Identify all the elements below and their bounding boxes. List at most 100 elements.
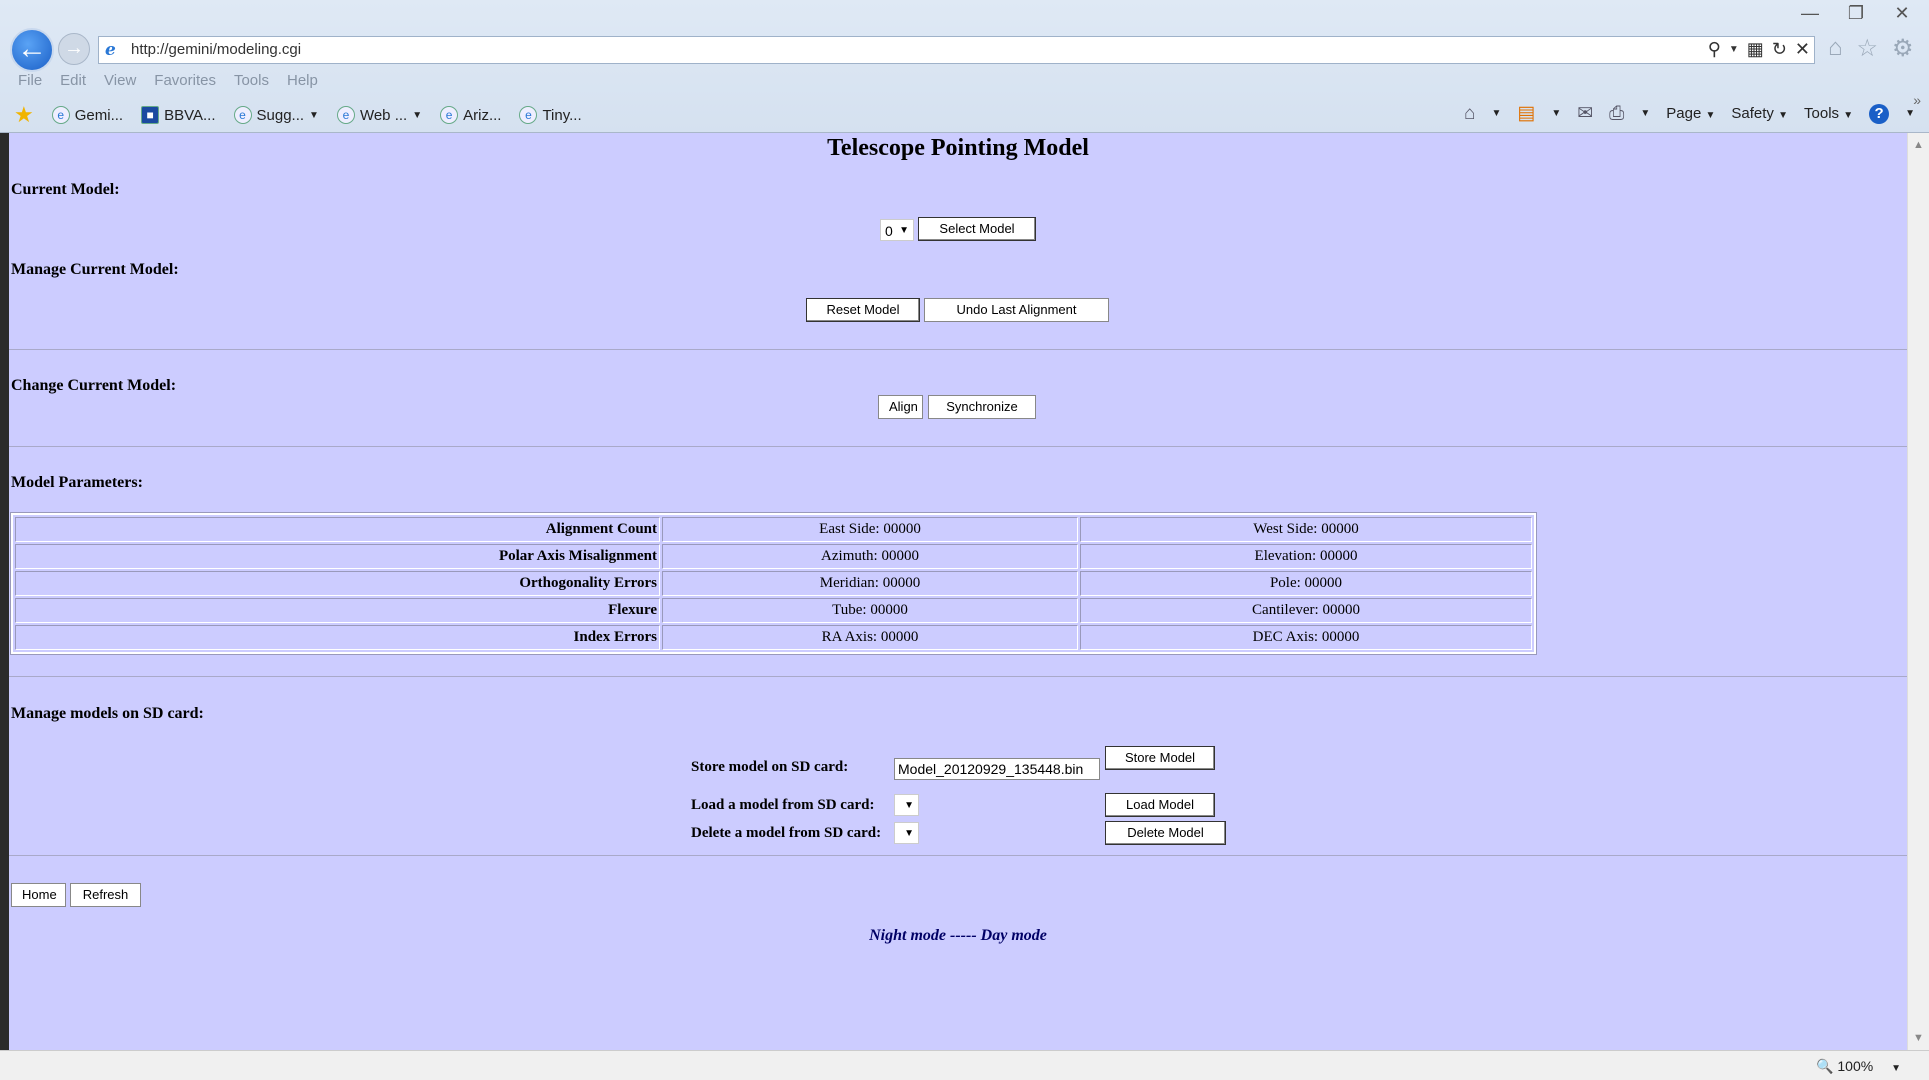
dropdown-caret-icon[interactable]: ▼: [309, 110, 319, 121]
param-label: Index Errors: [15, 625, 660, 650]
ie-page-icon: e: [51, 106, 70, 124]
dropdown-caret-icon[interactable]: ▼: [1640, 108, 1650, 119]
rss-feed-icon[interactable]: ▤: [1517, 102, 1535, 125]
menu-help[interactable]: Help: [287, 72, 318, 89]
change-current-model-heading: Change Current Model:: [11, 377, 177, 394]
scroll-up-icon[interactable]: ▲: [1913, 139, 1924, 151]
page-menu[interactable]: Page ▼: [1666, 105, 1715, 122]
back-button[interactable]: ←: [10, 28, 54, 72]
home-icon[interactable]: ⌂: [1464, 103, 1475, 125]
table-row: Polar Axis Misalignment Azimuth: 00000 E…: [15, 544, 1532, 569]
address-url[interactable]: http://gemini/modeling.cgi: [131, 41, 301, 58]
undo-last-alignment-button[interactable]: Undo Last Alignment: [924, 298, 1109, 322]
favorite-label: Web ...: [359, 106, 408, 124]
select-model-button[interactable]: Select Model: [918, 217, 1036, 241]
table-row: Alignment Count East Side: 00000 West Si…: [15, 517, 1532, 542]
window-left-edge: [0, 133, 9, 1050]
dropdown-caret-icon[interactable]: ▼: [1729, 39, 1739, 61]
favorite-item[interactable]: e Tiny...: [519, 106, 582, 124]
tools-menu[interactable]: Tools ▼: [1804, 105, 1853, 122]
load-model-select[interactable]: ▼: [894, 794, 919, 816]
night-mode-link[interactable]: Night mode: [869, 927, 946, 944]
reset-model-button[interactable]: Reset Model: [806, 298, 920, 322]
chevron-right-icon[interactable]: »: [1913, 92, 1921, 108]
favorite-item[interactable]: ■ BBVA...: [141, 106, 216, 124]
param-value: Azimuth: 00000: [662, 544, 1078, 569]
gear-icon[interactable]: ⚙: [1892, 34, 1914, 63]
refresh-icon[interactable]: ↻: [1772, 39, 1787, 61]
favorite-item[interactable]: e Gemi...: [51, 106, 124, 124]
minimize-icon[interactable]: —: [1797, 2, 1823, 24]
ie-page-icon: e: [233, 106, 252, 124]
manage-current-model-heading: Manage Current Model:: [11, 261, 179, 278]
param-label: Alignment Count: [15, 517, 660, 542]
section-divider: [9, 349, 1907, 350]
param-value: West Side: 00000: [1080, 517, 1532, 542]
restore-icon[interactable]: ❐: [1843, 2, 1869, 24]
synchronize-button[interactable]: Synchronize: [928, 395, 1036, 419]
favorites-bar: ★ e Gemi... ■ BBVA... e Sugg... ▼ e Web ... ▼ …: [14, 102, 582, 128]
vertical-scrollbar[interactable]: ▲ ▼: [1907, 133, 1929, 1050]
favorite-item[interactable]: e Ariz...: [440, 106, 501, 124]
favorite-item[interactable]: e Web ... ▼: [336, 106, 422, 124]
sd-card-heading: Manage models on SD card:: [11, 705, 204, 722]
favorites-star-icon[interactable]: ★: [14, 102, 34, 128]
stop-icon[interactable]: ✕: [1795, 39, 1810, 61]
table-row: Index Errors RA Axis: 00000 DEC Axis: 00…: [15, 625, 1532, 650]
table-row: Orthogonality Errors Meridian: 00000 Pol…: [15, 571, 1532, 596]
section-divider: [9, 855, 1907, 856]
store-model-label: Store model on SD card:: [691, 759, 849, 775]
forward-button[interactable]: →: [58, 33, 90, 65]
print-icon[interactable]: ⎙: [1609, 103, 1624, 125]
favorite-item[interactable]: e Sugg... ▼: [233, 106, 319, 124]
table-row: Flexure Tube: 00000 Cantilever: 00000: [15, 598, 1532, 623]
address-tools: ⚲ ▼ ▦ ↻ ✕: [1708, 39, 1810, 61]
menu-edit[interactable]: Edit: [60, 72, 86, 89]
zoom-icon: 🔍: [1816, 1058, 1834, 1074]
zoom-control[interactable]: 🔍 100% ▼: [1816, 1058, 1901, 1075]
param-value: Pole: 00000: [1080, 571, 1532, 596]
compatibility-icon[interactable]: ▦: [1747, 39, 1764, 61]
safety-menu[interactable]: Safety ▼: [1731, 105, 1788, 122]
delete-model-select[interactable]: ▼: [894, 822, 919, 844]
help-icon[interactable]: ?: [1869, 103, 1890, 124]
favorite-label: Gemi...: [74, 106, 124, 124]
menu-view[interactable]: View: [104, 72, 136, 89]
address-bar[interactable]: e http://gemini/modeling.cgi ⚲ ▼ ▦ ↻ ✕: [98, 36, 1815, 64]
dropdown-caret-icon[interactable]: ▼: [1491, 108, 1501, 119]
param-value: Cantilever: 00000: [1080, 598, 1532, 623]
scroll-down-icon[interactable]: ▼: [1913, 1032, 1924, 1044]
chevron-down-icon: ▼: [899, 225, 909, 236]
delete-model-button[interactable]: Delete Model: [1105, 821, 1226, 845]
day-mode-link[interactable]: Day mode: [981, 927, 1047, 944]
dropdown-caret-icon[interactable]: ▼: [1905, 108, 1915, 119]
dropdown-caret-icon[interactable]: ▼: [1551, 108, 1561, 119]
browser-right-icons: ⌂ ☆ ⚙: [1828, 34, 1914, 63]
load-model-button[interactable]: Load Model: [1105, 793, 1215, 817]
close-icon[interactable]: ✕: [1889, 2, 1915, 24]
store-model-button[interactable]: Store Model: [1105, 746, 1215, 770]
command-bar: ⌂ ▼ ▤ ▼ ✉ ⎙ ▼ Page ▼ Safety ▼ Tools ▼ ? ▼: [1464, 102, 1915, 125]
menu-favorites[interactable]: Favorites: [154, 72, 216, 89]
param-value: DEC Axis: 00000: [1080, 625, 1532, 650]
favorites-star-icon[interactable]: ☆: [1857, 34, 1879, 63]
menu-tools[interactable]: Tools: [234, 72, 269, 89]
browser-chrome: — ❐ ✕ ← → e http://gemini/modeling.cgi ⚲…: [0, 0, 1929, 133]
model-select-value: 0: [885, 223, 893, 239]
chevron-down-icon: ▼: [904, 828, 914, 839]
favorite-label: BBVA...: [164, 106, 216, 124]
section-divider: [9, 676, 1907, 677]
search-icon[interactable]: ⚲: [1708, 39, 1721, 61]
store-filename-input[interactable]: [894, 758, 1100, 780]
window-controls: — ❐ ✕: [1797, 2, 1915, 24]
refresh-button[interactable]: Refresh: [70, 883, 141, 907]
model-select[interactable]: 0 ▼: [880, 219, 914, 241]
home-button[interactable]: Home: [11, 883, 66, 907]
mail-icon[interactable]: ✉: [1577, 102, 1593, 125]
align-button[interactable]: Align: [878, 395, 923, 419]
home-icon[interactable]: ⌂: [1828, 34, 1843, 63]
favorite-label: Sugg...: [256, 106, 305, 124]
menu-file[interactable]: File: [18, 72, 42, 89]
param-value: Elevation: 00000: [1080, 544, 1532, 569]
dropdown-caret-icon[interactable]: ▼: [412, 110, 422, 121]
